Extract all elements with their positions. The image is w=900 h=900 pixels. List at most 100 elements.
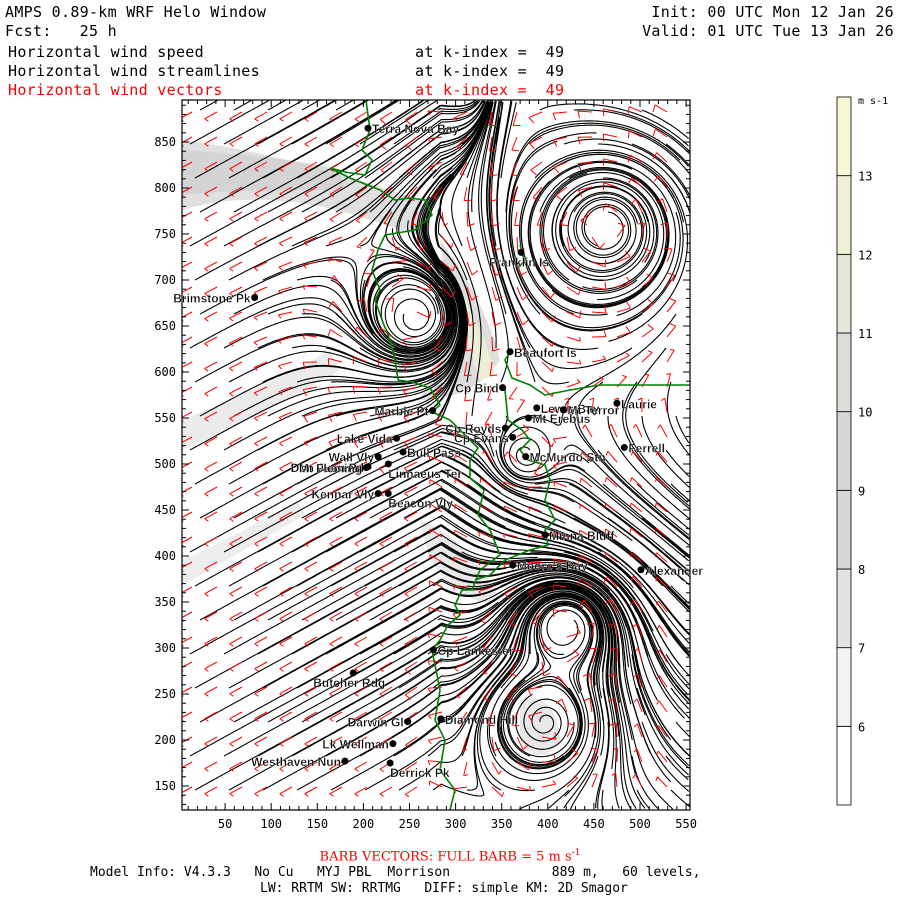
station-label: Derrick Pk <box>390 766 450 780</box>
wind-barb-flag <box>509 398 514 400</box>
wind-barb-flag <box>383 223 389 225</box>
y-tick-label: 300 <box>154 641 176 655</box>
wind-barb-flag <box>502 481 505 490</box>
y-tick-label: 750 <box>154 227 176 241</box>
station-dot <box>393 434 401 442</box>
barb-legend-exponent: -1 <box>571 848 581 858</box>
station-dot <box>404 718 412 726</box>
y-tick-label: 200 <box>154 733 176 747</box>
station-label: McMurdo Stn <box>530 451 606 465</box>
wind-barb-flag <box>511 149 520 152</box>
station-dot <box>509 433 517 441</box>
wind-barb-flag <box>579 504 581 509</box>
station-label: Cp Evans <box>454 431 509 445</box>
wind-barb-flag <box>428 607 430 612</box>
station-label: Alexander <box>645 564 703 578</box>
x-tick-label: 300 <box>445 817 467 831</box>
wind-barb-flag <box>429 529 431 534</box>
station-label: Minna Bluff <box>549 529 615 543</box>
colorbar: 6 7 8 9 10 11 12 13 m s-1 <box>836 96 888 806</box>
station-dot <box>506 348 514 356</box>
colorbar-segment <box>836 96 852 177</box>
wind-barb <box>491 211 494 227</box>
colorbar-label: 11 <box>858 327 872 341</box>
wind-barb <box>615 722 618 738</box>
station-label: Darwin Gl <box>348 716 404 730</box>
station-dot <box>524 414 532 422</box>
y-tick-label: 400 <box>154 549 176 563</box>
wind-barb-flag <box>453 557 455 562</box>
station-dot <box>362 464 370 472</box>
wind-barb-flag <box>487 399 493 401</box>
colorbar-segment <box>836 568 852 649</box>
colorbar-units: m s-1 <box>858 96 888 107</box>
colorbar-label: 10 <box>858 406 872 420</box>
station-label: Kennar Vly <box>311 487 374 501</box>
x-tick-label: 500 <box>629 817 651 831</box>
wind-barb <box>491 336 494 352</box>
x-tick-label: 400 <box>537 817 559 831</box>
x-tick-label: 150 <box>306 817 328 831</box>
station-label: Brimstone Pk <box>173 291 251 305</box>
wind-barb-flag <box>637 222 645 225</box>
colorbar-label: 7 <box>858 642 865 656</box>
station-label: Lk Wellman <box>322 738 388 752</box>
station-dot <box>541 531 549 539</box>
wind-barb-flag <box>462 749 468 751</box>
station-dot <box>341 757 349 765</box>
station-dot <box>613 399 621 407</box>
x-tick-label: 350 <box>491 817 513 831</box>
colorbar-label: 9 <box>858 484 865 498</box>
y-tick-label: 150 <box>154 779 176 793</box>
station-label: Franklin Is <box>489 255 549 269</box>
station-dot <box>437 715 445 723</box>
station-dot <box>429 407 437 415</box>
colorbar-segment <box>836 332 852 413</box>
station-label: Westhaven Nun <box>251 755 341 769</box>
wind-barb-flag <box>579 336 581 342</box>
station-dot <box>499 384 507 392</box>
station-label: Mt Erebus <box>532 412 590 426</box>
station-label: Ferrell <box>628 441 665 455</box>
station-label: Terra Nova Bay <box>372 122 459 136</box>
y-tick-label: 600 <box>154 365 176 379</box>
colorbar-segment <box>836 175 852 255</box>
y-tick-label: 450 <box>154 503 176 517</box>
wind-map: 50 100 150 200 250 300 350 400 450 500 550 150 200 25… <box>154 96 888 831</box>
station-label: Bull Pass <box>407 446 461 460</box>
wind-barb <box>666 222 669 238</box>
station-dot <box>251 293 259 301</box>
y-tick-label: 700 <box>154 273 176 287</box>
y-tick-label: 800 <box>154 181 176 195</box>
x-tick-label: 450 <box>583 817 605 831</box>
wind-barb-flag <box>464 374 472 377</box>
wind-barb-flag <box>664 247 673 250</box>
colorbar-label: 13 <box>858 170 872 184</box>
station-label: Beacon Vly <box>388 496 453 510</box>
barb-legend-text: BARB VECTORS: FULL BARB = 5 m s <box>319 849 572 865</box>
y-tick-label: 550 <box>154 411 176 425</box>
y-tick-label: 850 <box>154 135 176 149</box>
x-tick-label: 550 <box>675 817 697 831</box>
y-tick-label: 250 <box>154 687 176 701</box>
station-label: Marble Pt <box>375 405 429 419</box>
wind-barb <box>352 385 368 388</box>
station-label: Diamond Hill <box>445 713 518 727</box>
station-dot <box>364 124 372 132</box>
station-label: Moore's Bay <box>517 559 588 573</box>
colorbar-segment <box>836 411 852 491</box>
station-dot <box>399 448 407 456</box>
station-label: Linnaeus Ter <box>388 467 462 481</box>
station-dot <box>620 443 628 451</box>
colorbar-segment <box>836 253 852 334</box>
barb-legend: BARB VECTORS: FULL BARB = 5 m s-1 <box>0 848 900 864</box>
station-label: Lake Vida <box>337 432 393 446</box>
model-info: Model Info: V4.3.3 No Cu MYJ PBL Morriso… <box>90 865 701 880</box>
colorbar-segment <box>836 489 852 570</box>
y-tick-label: 500 <box>154 457 176 471</box>
physics-info: LW: RRTM SW: RRTMG DIFF: simple KM: 2D S… <box>260 881 628 896</box>
colorbar-segment <box>836 725 852 806</box>
station-label: Butcher Rdg <box>313 676 385 690</box>
x-tick-label: 50 <box>218 817 232 831</box>
colorbar-label: 12 <box>858 248 872 262</box>
